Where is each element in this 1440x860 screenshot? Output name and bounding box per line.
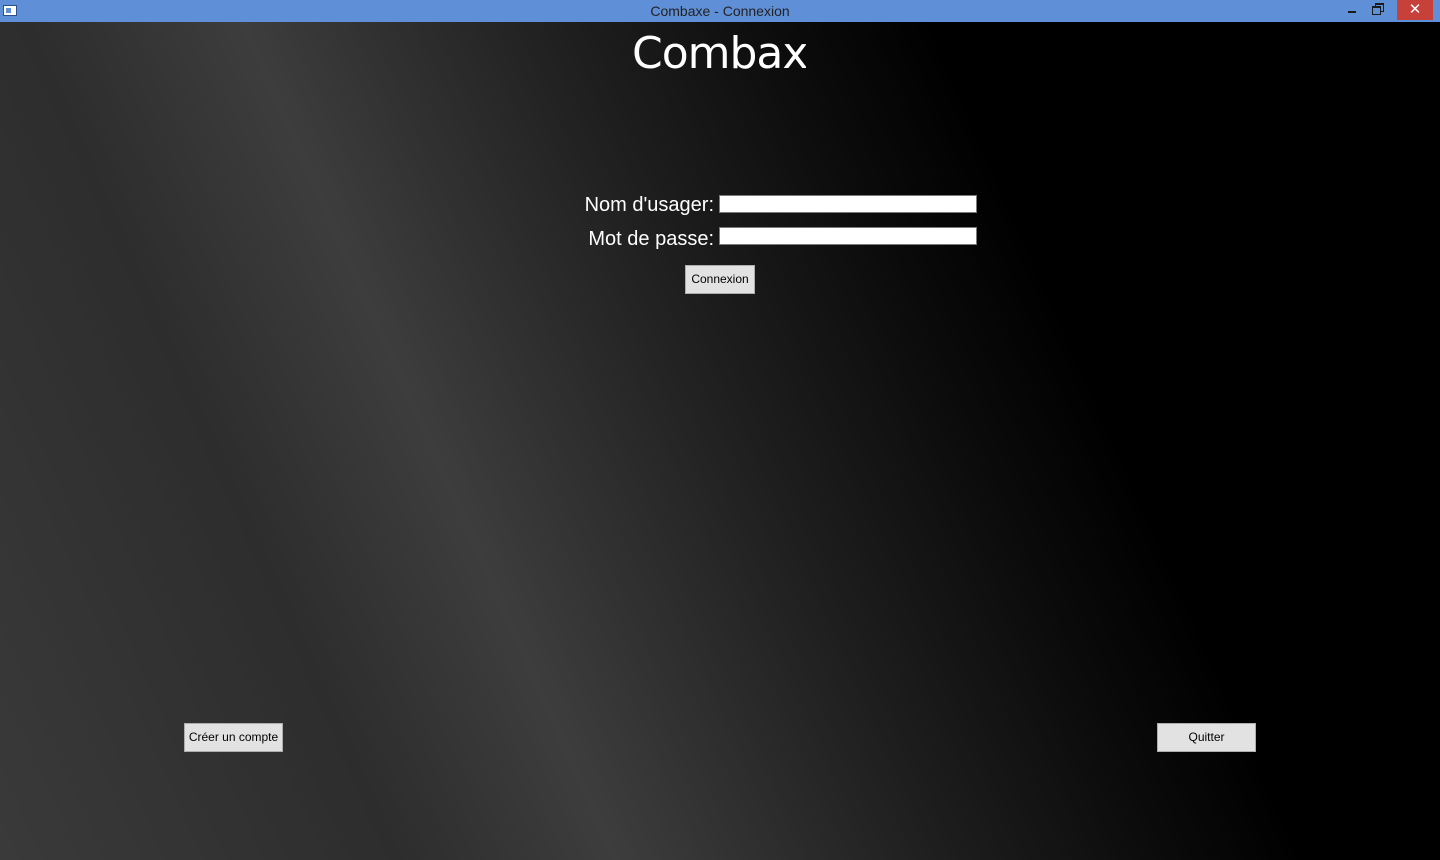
title-bar[interactable]: Combaxe - Connexion ✕ [0,0,1440,22]
restore-button[interactable] [1365,0,1391,21]
app-window: Combaxe - Connexion ✕ Combaxe Nom d'usag… [0,0,1440,860]
password-label: Mot de passe: [588,228,714,250]
close-button[interactable]: ✕ [1397,0,1433,20]
quit-button[interactable]: Quitter [1157,723,1256,752]
main-content: Combaxe Nom d'usager: Mot de passe: Conn… [0,22,1440,860]
app-title: Combaxe [632,28,806,79]
username-field[interactable] [719,195,977,213]
password-field[interactable] [719,227,977,245]
username-label: Nom d'usager: [584,194,714,216]
close-icon: ✕ [1408,0,1422,18]
minimize-icon [1348,11,1356,13]
minimize-button[interactable] [1339,0,1365,21]
connect-button[interactable]: Connexion [685,265,755,294]
create-account-button[interactable]: Créer un compte [184,723,283,752]
window-title: Combaxe - Connexion [650,3,790,19]
